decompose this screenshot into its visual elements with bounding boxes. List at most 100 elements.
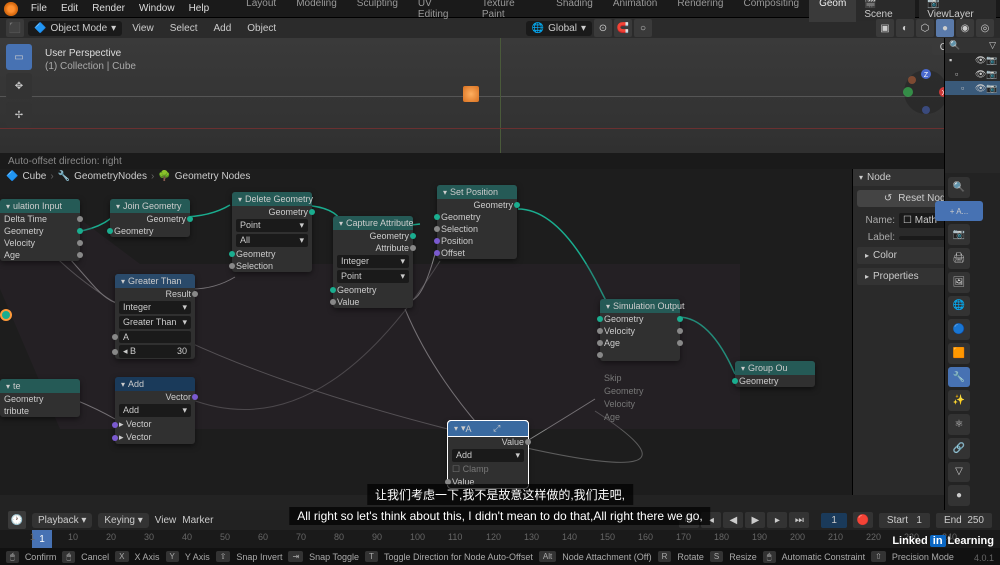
current-frame[interactable]: 1 [821,513,847,528]
prop-scene-icon[interactable]: 🌐 [948,296,970,317]
node-header[interactable]: Group Ou [735,361,815,375]
tool-cursor[interactable]: ✥ [6,73,32,99]
outliner-scene[interactable]: ▪👁📷 [945,53,1000,67]
node-canvas[interactable]: 🔷 Cube › 🔧 GeometryNodes › 🌳 Geometry No… [0,169,852,495]
node-header[interactable]: ulation Input [0,199,80,213]
input-a[interactable]: A [119,331,191,343]
node-set-position[interactable]: Set Position Geometry Geometry Selection… [437,185,517,259]
prop-particle-icon[interactable]: ✨ [948,390,970,411]
checkbox-clamp[interactable]: Clamp [463,464,489,474]
add-modifier-button[interactable]: + A... [935,201,983,222]
timeline-editor-icon[interactable]: 🕐 [8,511,26,529]
node-header[interactable]: ▾ A ⤢ [448,421,528,436]
keying-menu[interactable]: Keying ▾ [98,513,148,528]
end-frame[interactable]: End 250 [936,513,992,528]
node-header[interactable]: Set Position [437,185,517,199]
tab-uvediting[interactable]: UV Editing [408,0,472,22]
node-join-geometry[interactable]: Join Geometry Geometry Geometry [110,199,190,237]
overlay-toggle-icon[interactable]: ▣ [876,19,894,37]
editor-type-icon[interactable]: ⬛ [6,19,24,37]
tab-sculpting[interactable]: Sculpting [347,0,408,22]
dropdown-add[interactable]: Add▾ [452,449,524,462]
prop-world-icon[interactable]: 🔵 [948,319,970,340]
xray-icon[interactable]: ◐ [896,19,914,37]
node-add-math[interactable]: ▾ A ⤢ Value Add▾ ☐ Clamp Value [448,421,528,488]
dropdown-all[interactable]: All▾ [236,234,308,247]
dropdown-integer[interactable]: Integer▾ [337,255,409,268]
mode-select[interactable]: 🔷 Object Mode ▾ [28,21,122,36]
shading-matprev-icon[interactable]: ◉ [956,19,974,37]
menu-help[interactable]: Help [182,3,217,14]
proportional-icon[interactable]: ○ [634,19,652,37]
pivot-icon[interactable]: ⊙ [594,19,612,37]
outliner-collection[interactable]: ▫👁📷 [945,67,1000,81]
node-add-vector[interactable]: Add Vector Add▾ ▸ Vector ▸ Vector [115,377,195,444]
orientation-select[interactable]: 🌐 Global ▾ [526,21,592,36]
dropdown-point[interactable]: Point▾ [236,219,308,232]
header-select[interactable]: Select [164,23,204,34]
prop-mesh-icon[interactable]: ▽ [948,462,970,483]
prop-material-icon[interactable]: ● [948,485,970,506]
scene-selector[interactable]: 🎬 Scene [856,0,915,21]
node-attribute-stub[interactable]: te Geometry tribute [0,379,80,417]
tool-move[interactable]: ✢ [6,102,32,128]
node-simulation-input[interactable]: ulation Input Delta Time Geometry Veloci… [0,199,80,261]
playback-menu[interactable]: Playback ▾ [32,513,92,528]
node-simulation-output[interactable]: Simulation Output Geometry Velocity Age [600,299,680,361]
node-header[interactable]: Add [115,377,195,391]
header-object[interactable]: Object [241,23,282,34]
shading-rendered-icon[interactable]: ◎ [976,19,994,37]
tool-select-box[interactable]: ▭ [6,44,32,70]
reroute-cluster[interactable]: Skip Geometry Velocity Age [596,372,652,426]
node-header[interactable]: Join Geometry [110,199,190,213]
filter-funnel-icon[interactable]: ▽ [989,40,996,51]
node-capture-attribute[interactable]: Capture Attribute Geometry Attribute Int… [333,216,413,308]
shading-wire-icon[interactable]: ⬡ [916,19,934,37]
snap-icon[interactable]: 🧲 [614,19,632,37]
node-header[interactable]: te [0,379,80,393]
autokey-icon[interactable]: 🔴 [853,512,873,528]
reroute-node[interactable] [0,309,12,321]
prop-physics-icon[interactable]: ⚛ [948,414,970,435]
dropdown-add[interactable]: Add▾ [119,404,191,417]
prop-modifier-icon[interactable]: 🔧 [948,367,970,388]
play-icon[interactable]: ▶ [745,512,765,528]
prop-constraint-icon[interactable]: 🔗 [948,438,970,459]
viewlayer-selector[interactable]: 📷 ViewLayer [919,0,996,21]
tab-modeling[interactable]: Modeling [286,0,347,22]
nav-gizmo[interactable]: Z X [902,68,950,119]
timeline-view[interactable]: View [155,515,177,526]
outliner-cube[interactable]: ▫👁📷 [945,81,1000,95]
menu-file[interactable]: File [24,3,54,14]
node-greater-than[interactable]: Greater Than Result Integer▾ Greater Tha… [115,274,195,359]
breadcrumb-modifier[interactable]: GeometryNodes [74,171,147,182]
filter-icon[interactable]: 🔍 [949,40,960,51]
node-header[interactable]: Delete Geometry [232,192,312,206]
search-icon[interactable]: 🔍 [948,177,970,198]
play-reverse-icon[interactable]: ◀ [723,512,743,528]
prop-viewlayer-icon[interactable]: 🖼 [948,272,970,293]
menu-edit[interactable]: Edit [54,3,85,14]
tab-layout[interactable]: Layout [236,0,286,22]
node-group-output[interactable]: Group Ou Geometry [735,361,815,387]
shading-solid-icon[interactable]: ● [936,19,954,37]
jump-end-icon[interactable]: ⏭ [789,512,809,528]
keyframe-next-icon[interactable]: ▸ [767,512,787,528]
cube-object[interactable] [463,86,479,102]
prop-object-icon[interactable]: 🟧 [948,343,970,364]
dropdown-point[interactable]: Point▾ [337,270,409,283]
menu-render[interactable]: Render [85,3,132,14]
timeline-marker[interactable]: Marker [182,515,213,526]
header-add[interactable]: Add [207,23,237,34]
3d-viewport[interactable]: ▭ ✥ ✢ User Perspective (1) Collection | … [0,38,1000,153]
node-header[interactable]: Simulation Output [600,299,680,313]
node-header[interactable]: Greater Than [115,274,195,288]
timeline-ruler[interactable]: 1 11020304050607080901001101201301401501… [0,530,1000,548]
header-view[interactable]: View [126,23,160,34]
dropdown-integer[interactable]: Integer▾ [119,301,191,314]
node-header[interactable]: Capture Attribute [333,216,413,230]
prop-output-icon[interactable]: 🖨 [948,248,970,269]
breadcrumb-tree[interactable]: Geometry Nodes [175,171,251,182]
dropdown-greaterthan[interactable]: Greater Than▾ [119,316,191,329]
input-b[interactable]: ◂ B30 [119,345,191,358]
